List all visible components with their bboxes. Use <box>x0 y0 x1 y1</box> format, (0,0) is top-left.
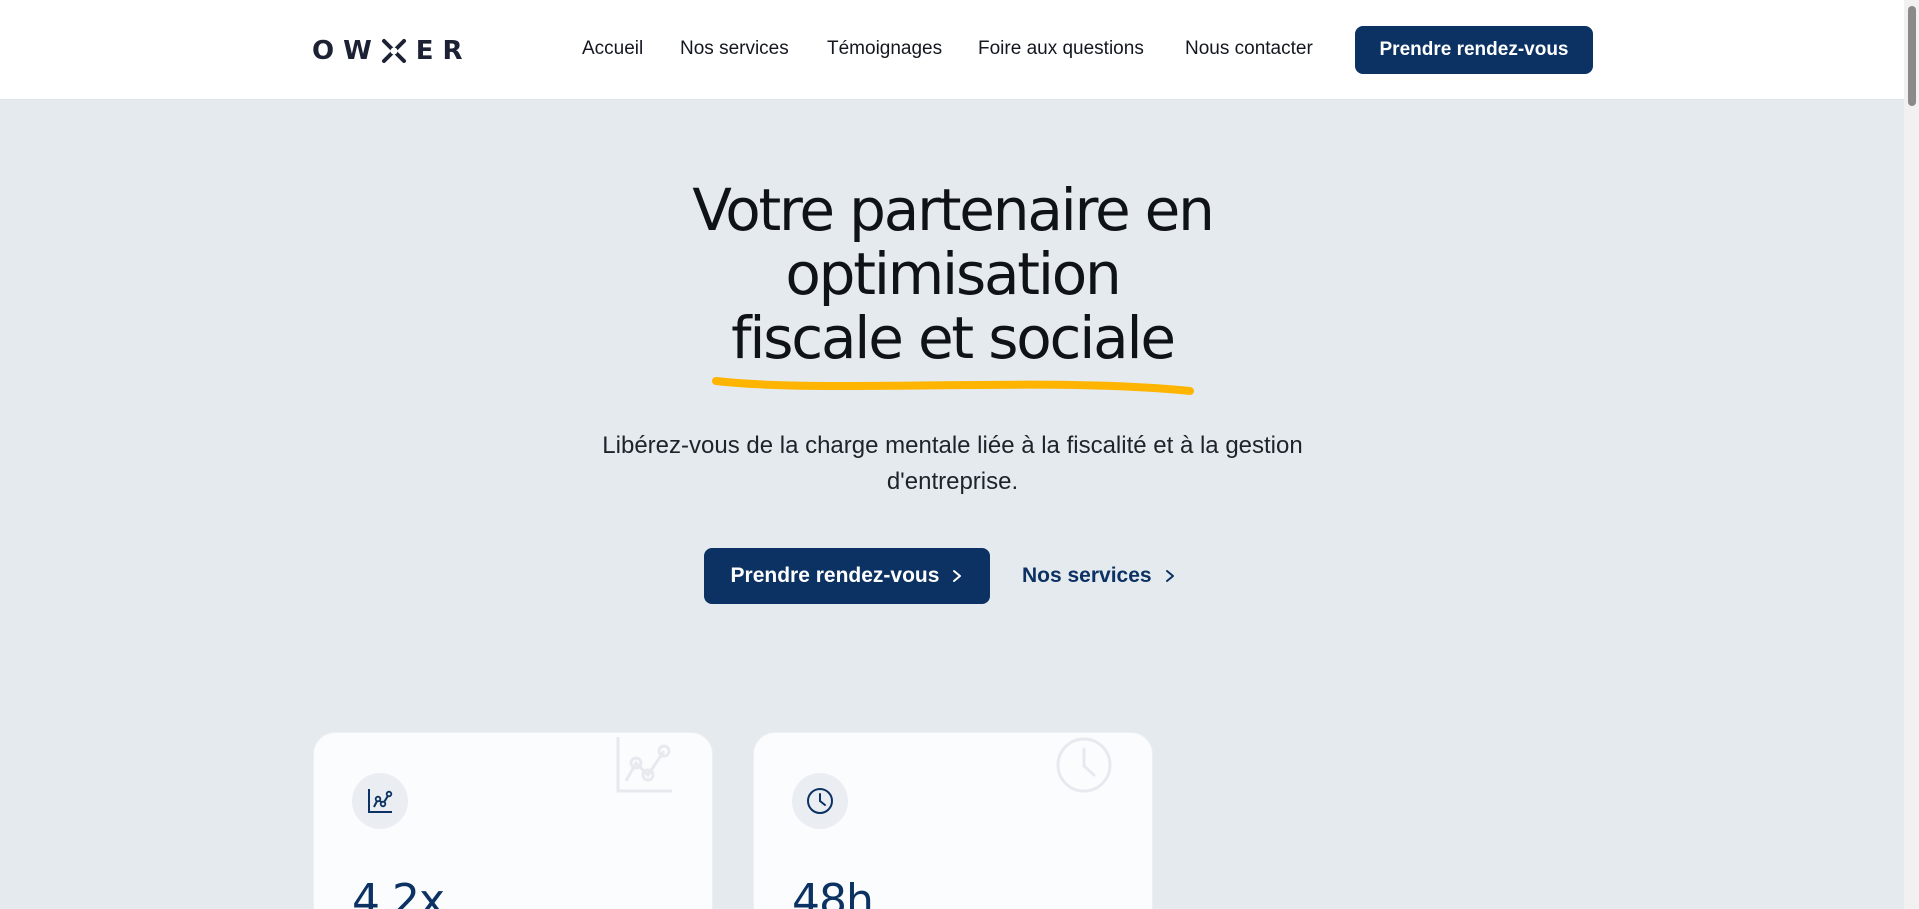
hero-title-line-2: optimisation <box>785 240 1121 308</box>
hero-services-link[interactable]: Nos services <box>1022 548 1176 604</box>
hero-appointment-label: Prendre rendez-vous <box>730 564 940 587</box>
scrollbar-thumb[interactable] <box>1908 6 1916 106</box>
chart-icon-badge <box>352 773 408 829</box>
hero-title: Votre partenaire en optimisation fiscale… <box>560 178 1345 370</box>
clock-icon-badge <box>792 773 848 829</box>
chevron-right-icon <box>953 570 962 582</box>
highlight-underline <box>712 377 1194 395</box>
header-appointment-button[interactable]: Prendre rendez-vous <box>1355 26 1593 74</box>
stat-value: 48h <box>792 875 874 909</box>
nav-item-faq[interactable]: Foire aux questions <box>978 38 1144 60</box>
hero-appointment-button[interactable]: Prendre rendez-vous <box>704 548 990 604</box>
chart-watermark-icon <box>616 737 672 793</box>
clock-icon <box>807 788 833 814</box>
stat-card-response-time: 48h <box>753 732 1153 909</box>
stat-value: 4,2x <box>352 875 445 909</box>
hero-subtitle: Libérez-vous de la charge mentale liée à… <box>602 432 1303 495</box>
clock-watermark-icon <box>1056 737 1112 793</box>
stat-card-growth: 4,2x <box>313 732 713 909</box>
hero-title-line-1: Votre partenaire en <box>692 176 1215 244</box>
hero-services-label: Nos services <box>1022 564 1152 587</box>
hero-title-line-3: fiscale et sociale <box>731 304 1176 372</box>
nav-item-temoignages[interactable]: Témoignages <box>827 38 942 60</box>
nav-item-contact[interactable]: Nous contacter <box>1185 38 1313 60</box>
main-nav: Accueil Nos services Témoignages Foire a… <box>0 38 1904 62</box>
site-header: OW ER Accueil Nos services Témoignages F… <box>0 0 1904 100</box>
nav-item-accueil[interactable]: Accueil <box>582 38 643 60</box>
nav-item-services[interactable]: Nos services <box>680 38 789 60</box>
page-scrollbar[interactable] <box>1904 0 1919 909</box>
chevron-right-icon <box>1165 570 1174 582</box>
chart-icon <box>368 789 393 813</box>
